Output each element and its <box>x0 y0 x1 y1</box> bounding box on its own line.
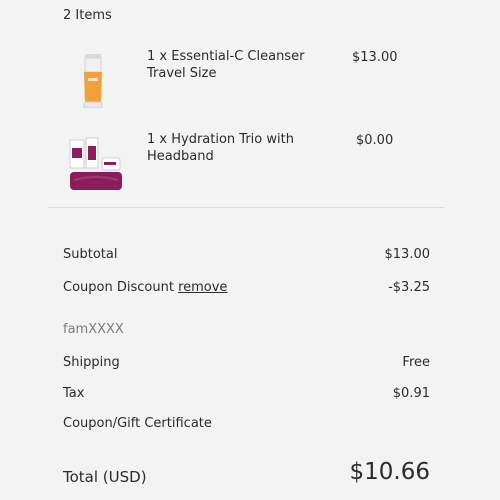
tax-value: $0.91 <box>392 386 430 401</box>
items-count: 2 Items <box>63 8 112 23</box>
subtotal-value: $13.00 <box>384 247 431 262</box>
item-description: 1 x Hydration Trio with Headband <box>147 132 294 164</box>
coupon-label-group: Coupon Discount remove <box>63 280 227 295</box>
total-value: $10.66 <box>349 459 430 485</box>
hydration-trio-icon <box>68 136 124 192</box>
coupon-value: -$3.25 <box>388 280 430 295</box>
item-description: 1 x Essential-C Cleanser Travel Size <box>147 49 305 81</box>
cleanser-tube-icon <box>80 54 106 109</box>
coupon-code: famXXXX <box>63 322 124 337</box>
remove-coupon-link[interactable]: remove <box>178 280 227 295</box>
total-label: Total (USD) <box>63 468 147 486</box>
shipping-label: Shipping <box>63 355 120 370</box>
divider <box>48 207 444 208</box>
gift-certificate-label[interactable]: Coupon/Gift Certificate <box>63 416 212 431</box>
item-price: $13.00 <box>352 50 398 65</box>
cart-item: 1 x Hydration Trio with Headband $0.00 <box>0 130 500 192</box>
item-price: $0.00 <box>356 133 394 148</box>
tax-label: Tax <box>63 386 85 401</box>
coupon-label: Coupon Discount <box>63 280 174 295</box>
subtotal-label: Subtotal <box>63 247 118 262</box>
cart-item: 1 x Essential-C Cleanser Travel Size $13… <box>0 46 500 109</box>
shipping-value: Free <box>402 355 430 370</box>
